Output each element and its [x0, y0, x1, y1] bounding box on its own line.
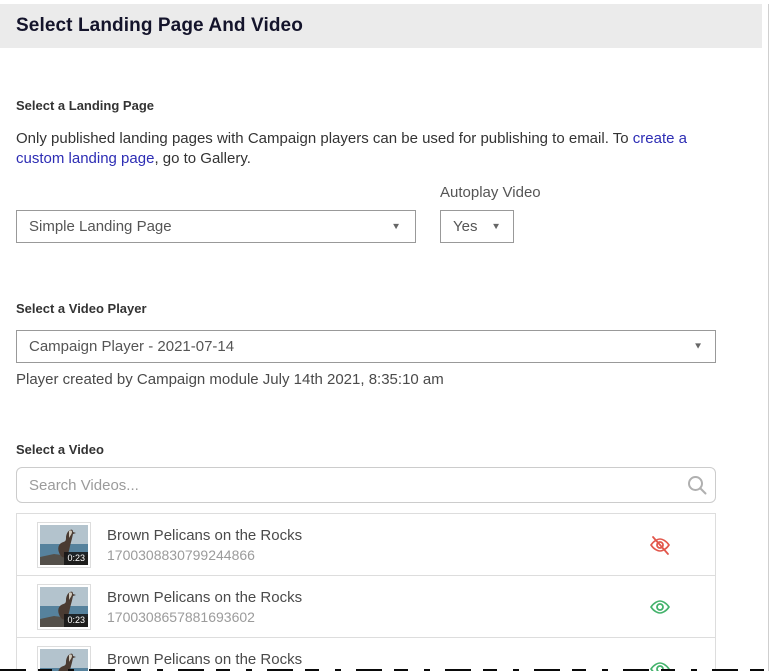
player-created-caption: Player created by Campaign module July 1… — [16, 371, 716, 388]
eye-icon — [648, 595, 672, 619]
modal-content: Select a Landing Page Only published lan… — [0, 98, 716, 671]
video-meta: Brown Pelicans on the Rocks 170030883079… — [107, 527, 647, 563]
autoplay-select-value: Yes — [453, 218, 477, 235]
visibility-toggle[interactable] — [647, 532, 673, 558]
video-thumbnail: 0:23 — [37, 646, 91, 671]
landing-page-heading: Select a Landing Page — [16, 98, 716, 113]
video-thumbnail: 0:23 — [37, 522, 91, 568]
video-meta: Brown Pelicans on the Rocks 608543533000… — [107, 651, 647, 671]
autoplay-video-label: Autoplay Video — [440, 184, 541, 201]
video-title: Brown Pelicans on the Rocks — [107, 651, 647, 668]
video-id: 1700308830799244866 — [107, 547, 647, 563]
video-row[interactable]: 0:23 Brown Pelicans on the Rocks 1700308… — [17, 576, 715, 638]
video-row[interactable]: 0:23 Brown Pelicans on the Rocks 1700308… — [17, 514, 715, 576]
chevron-down-icon: ▼ — [491, 222, 501, 232]
landing-page-description: Only published landing pages with Campai… — [16, 129, 716, 169]
video-player-select[interactable]: Campaign Player - 2021-07-14 ▼ — [16, 330, 716, 363]
video-row[interactable]: 0:23 Brown Pelicans on the Rocks 6085435… — [17, 638, 715, 671]
landing-page-controls: Simple Landing Page ▼ Autoplay Video Yes… — [16, 184, 716, 243]
modal-title: Select Landing Page And Video — [16, 15, 303, 37]
video-player-heading: Select a Video Player — [16, 301, 716, 316]
landing-page-select[interactable]: Simple Landing Page ▼ — [16, 210, 416, 243]
video-search-input[interactable] — [16, 467, 716, 503]
video-duration-badge: 0:23 — [64, 552, 88, 565]
video-search — [16, 467, 716, 503]
select-video-heading: Select a Video — [16, 442, 716, 457]
video-thumbnail: 0:23 — [37, 584, 91, 630]
video-player-select-value: Campaign Player - 2021-07-14 — [29, 338, 234, 355]
video-title: Brown Pelicans on the Rocks — [107, 527, 647, 544]
chevron-down-icon: ▼ — [391, 222, 401, 232]
landing-page-select-value: Simple Landing Page — [29, 218, 172, 235]
description-text-after: , go to Gallery. — [154, 150, 250, 167]
modal-header: Select Landing Page And Video — [0, 4, 762, 48]
video-id: 1700308657881693602 — [107, 609, 647, 625]
autoplay-group: Autoplay Video Yes ▼ — [440, 184, 541, 243]
video-list: 0:23 Brown Pelicans on the Rocks 1700308… — [16, 513, 716, 671]
visibility-toggle[interactable] — [647, 594, 673, 620]
autoplay-video-select[interactable]: Yes ▼ — [440, 210, 514, 243]
video-title: Brown Pelicans on the Rocks — [107, 589, 647, 606]
description-text-before: Only published landing pages with Campai… — [16, 130, 633, 147]
eye-off-icon — [648, 533, 672, 557]
pelican-thumbnail-art — [40, 649, 88, 671]
video-duration-badge: 0:23 — [64, 614, 88, 627]
modal-right-border — [768, 4, 769, 671]
video-meta: Brown Pelicans on the Rocks 170030865788… — [107, 589, 647, 625]
chevron-down-icon: ▼ — [693, 342, 703, 352]
